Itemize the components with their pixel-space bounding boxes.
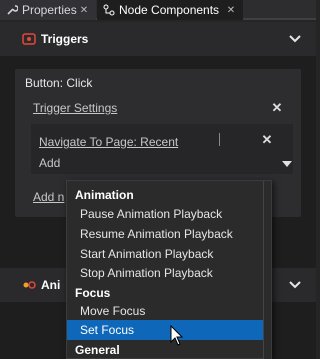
mouse-cursor-icon — [170, 324, 184, 347]
menu-scrollbar[interactable] — [263, 181, 271, 359]
trigger-title: Button: Click — [25, 76, 93, 90]
dropdown-arrow-icon[interactable] — [282, 161, 292, 167]
menu-item[interactable]: Stop Animation Playback — [67, 263, 263, 283]
add-action-dropdown[interactable]: Add — [39, 156, 60, 170]
action-list: Navigate To Page: Recent ✕ Add — [31, 124, 293, 174]
menu-item[interactable]: Move Focus — [67, 301, 263, 321]
menu-item-selected[interactable]: Set Focus — [67, 320, 263, 340]
action-link[interactable]: Navigate To Page: Recent — [39, 135, 178, 149]
trigger-settings-link[interactable]: Trigger Settings — [33, 101, 117, 115]
node-components-icon — [103, 4, 115, 16]
trigger-icon — [22, 33, 36, 45]
menu-item[interactable]: Resume Animation Playback — [67, 224, 263, 244]
triggers-section-title: Triggers — [41, 32, 89, 46]
triggers-section-header[interactable]: Triggers — [0, 22, 316, 56]
tab-properties-label: Properties — [22, 3, 77, 17]
menu-item[interactable]: Pause Animation Playback — [67, 204, 263, 224]
close-icon[interactable]: ✕ — [225, 5, 237, 16]
chevron-down-icon[interactable] — [288, 278, 302, 292]
remove-trigger-icon[interactable]: ✕ — [270, 101, 284, 115]
remove-action-icon[interactable]: ✕ — [260, 133, 274, 147]
menu-group-header: Focus — [75, 286, 111, 300]
tab-node-components[interactable]: Node Components ✕ — [97, 0, 243, 20]
add-node-link[interactable]: Add n — [33, 190, 64, 204]
menu-item[interactable]: Start Animation Playback — [67, 244, 263, 264]
text-caret — [219, 133, 220, 146]
animations-section-title: Ani — [41, 278, 61, 292]
chevron-down-icon[interactable] — [288, 32, 302, 46]
wrench-icon — [6, 4, 18, 16]
menu-group-header: General — [75, 343, 120, 357]
animation-icon — [22, 279, 36, 291]
tab-bar: Properties ✕ Node Components ✕ — [0, 0, 316, 20]
add-action-menu: Animation Pause Animation Playback Resum… — [66, 180, 272, 359]
menu-group-header: Animation — [75, 188, 134, 202]
tab-properties[interactable]: Properties ✕ — [0, 0, 96, 20]
close-icon[interactable]: ✕ — [78, 5, 90, 16]
tab-node-components-label: Node Components — [119, 3, 220, 17]
